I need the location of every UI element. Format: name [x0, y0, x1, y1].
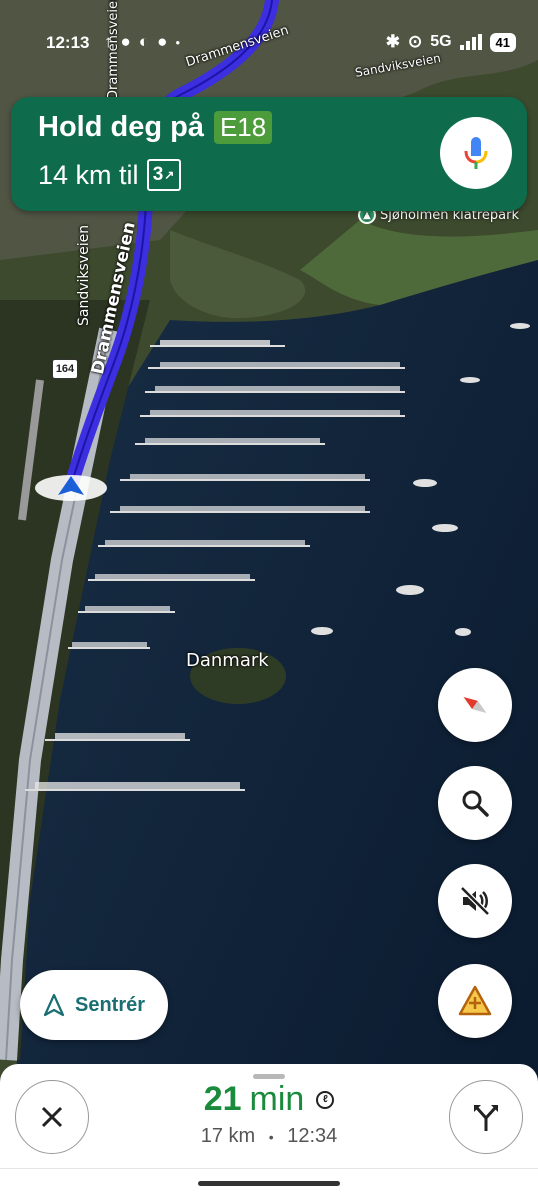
- road-shield: 164: [52, 359, 78, 379]
- recenter-button[interactable]: Sentrér: [20, 970, 168, 1040]
- status-bar: 12:13 ↑ ● ◐ ● ● ✱ ⊙ 5G 41: [0, 30, 538, 58]
- messenger-icon: ◐: [138, 32, 150, 51]
- eco-route-icon: ℓ: [316, 1090, 335, 1109]
- exit-arrow-icon: ↗: [164, 168, 175, 182]
- fork-route-icon: [474, 1105, 498, 1131]
- instruction-line: Hold deg på E18: [38, 111, 273, 144]
- report-incident-button[interactable]: [438, 964, 512, 1038]
- navigation-banner[interactable]: Hold deg på E18 14 km til 3 ↗: [11, 97, 527, 211]
- mute-button[interactable]: [438, 864, 512, 938]
- exit-number: 3: [152, 164, 164, 185]
- notification-icons: ↑ ● ◐ ● ●: [104, 32, 180, 52]
- add-report-icon: [458, 985, 492, 1016]
- upload-icon: ↑: [104, 32, 113, 51]
- trip-summary-sheet[interactable]: 21 min ℓ 17 km • 12:34: [0, 1064, 538, 1200]
- location-icon: ⊙: [407, 32, 423, 51]
- voice-search-button[interactable]: [440, 117, 512, 189]
- route-badge: E18: [213, 111, 273, 144]
- search-button[interactable]: [438, 766, 512, 840]
- bluetooth-icon: ✱: [385, 32, 400, 51]
- chat-icon: ●: [120, 32, 131, 51]
- compass-button[interactable]: [438, 668, 512, 742]
- more-dot-icon: ●: [175, 37, 181, 47]
- microphone-icon: [464, 137, 488, 169]
- compass-icon: [463, 696, 487, 714]
- network-label: 5G: [430, 33, 452, 50]
- signal-icon: [459, 34, 482, 50]
- navigation-arrow-icon: [43, 993, 65, 1017]
- battery-icon: 41: [489, 32, 516, 52]
- trip-distance: 17 km: [200, 1125, 256, 1147]
- system-icons: ✱ ⊙ 5G 41: [386, 32, 516, 52]
- alternate-routes-button[interactable]: [449, 1080, 523, 1154]
- eta-minutes-value: 21: [203, 1080, 242, 1118]
- exit-badge: 3 ↗: [146, 159, 181, 191]
- distance-text: 14 km til: [38, 159, 139, 190]
- recenter-label: Sentrér: [74, 993, 146, 1016]
- instruction-text: Hold deg på: [38, 111, 204, 143]
- eta-minutes-unit: min: [249, 1080, 305, 1118]
- home-indicator[interactable]: [198, 1181, 340, 1186]
- arrival-time: 12:34: [287, 1125, 338, 1147]
- eta-minutes: 21 min ℓ: [204, 1080, 335, 1119]
- message-icon: ●: [157, 32, 168, 51]
- separator-dot: •: [268, 1129, 274, 1145]
- road-label: Sandviksveien: [76, 224, 92, 326]
- sheet-handle[interactable]: [253, 1074, 285, 1079]
- place-label: Danmark: [186, 650, 269, 671]
- distance-line: 14 km til 3 ↗: [38, 159, 181, 191]
- search-icon: [462, 790, 489, 817]
- status-time: 12:13: [46, 33, 90, 52]
- sound-muted-icon: [460, 886, 490, 916]
